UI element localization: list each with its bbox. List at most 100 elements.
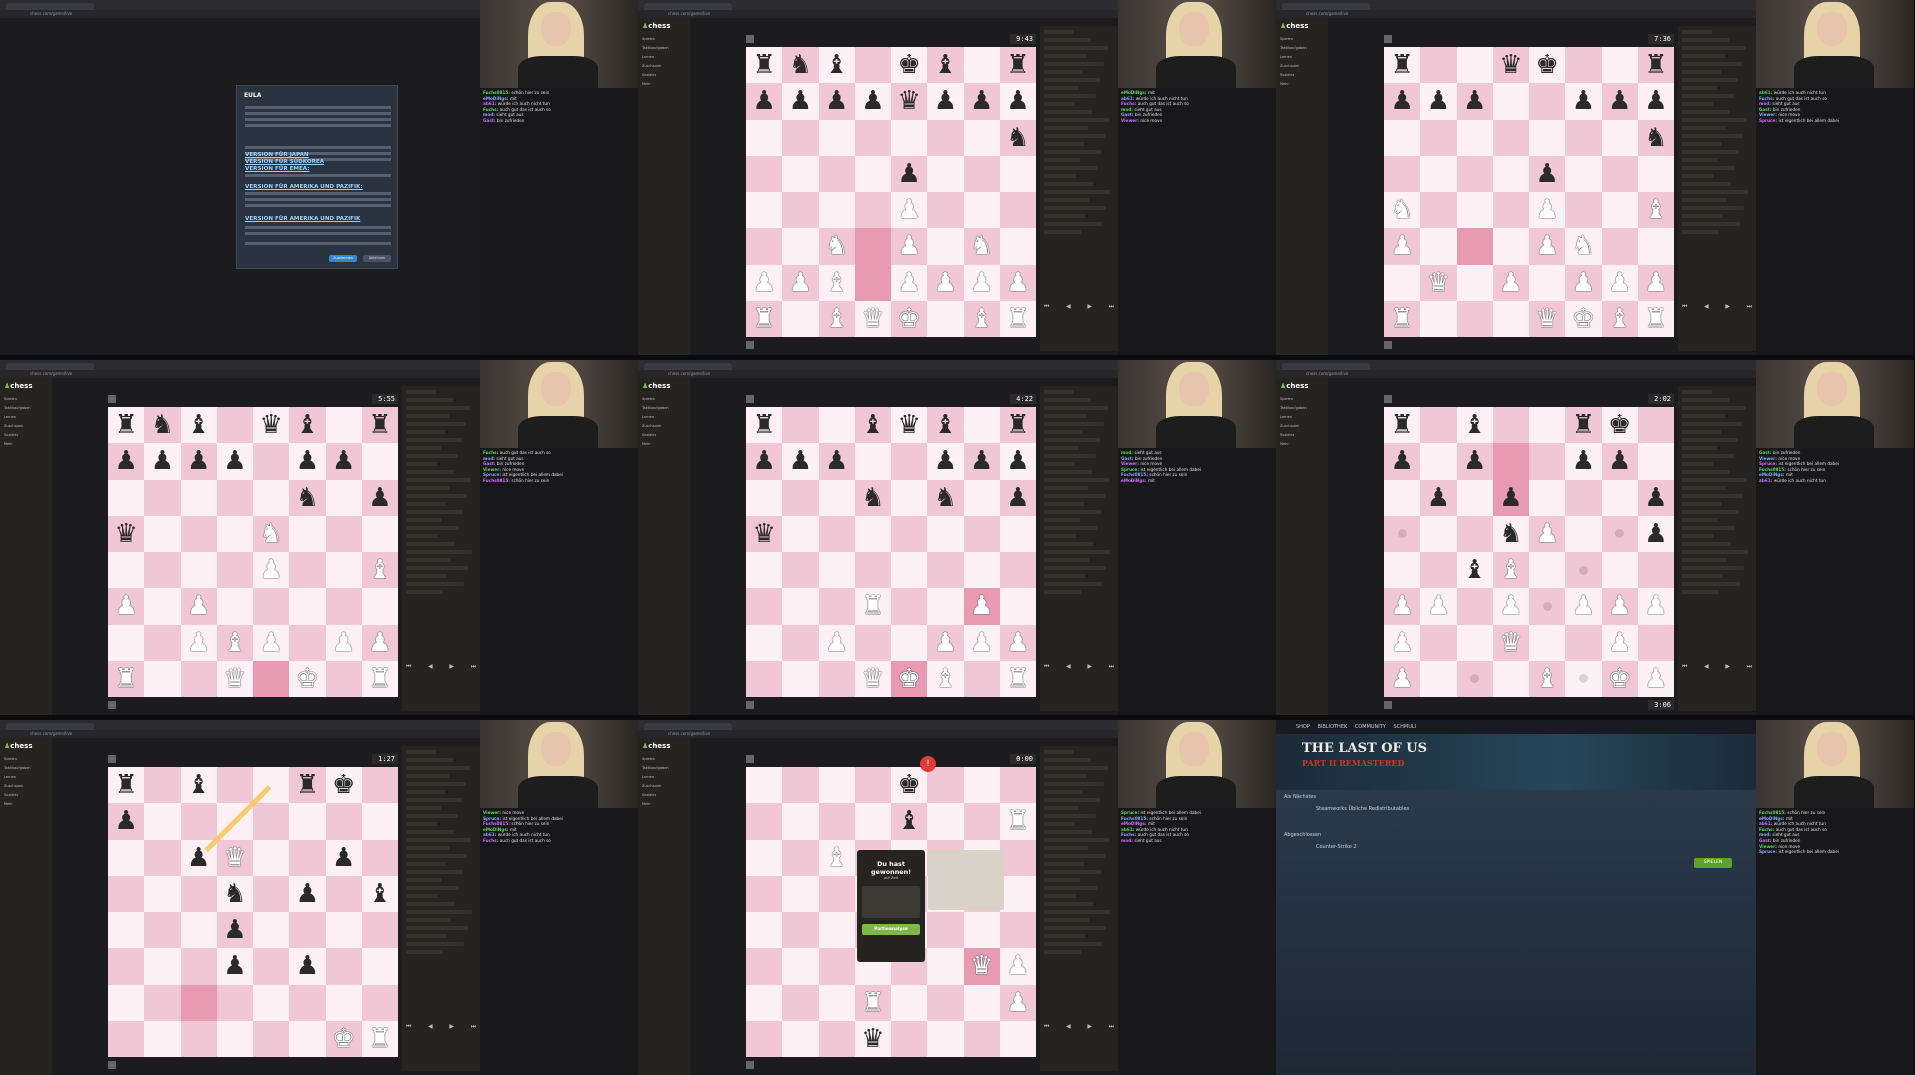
chat-username[interactable]: mod: [483, 456, 496, 461]
chat-username[interactable]: mod: [1121, 107, 1134, 112]
board-square[interactable] [108, 552, 145, 589]
address-bar[interactable]: chess.com/game/live [1276, 370, 1756, 378]
sidebar-item[interactable]: Mehr [4, 441, 44, 447]
chess-piece[interactable]: ♟ [1644, 666, 1667, 692]
board-square[interactable]: ♚ [891, 660, 928, 697]
chess-piece[interactable]: ♟ [861, 88, 884, 114]
board-square[interactable] [963, 407, 1000, 444]
chess-piece[interactable]: ♟ [1572, 448, 1595, 474]
chess-piece[interactable]: ♟ [1390, 630, 1413, 656]
board-square[interactable] [108, 1020, 145, 1057]
chat-username[interactable]: Fuchs0815: [483, 478, 511, 483]
board-square[interactable] [1420, 443, 1457, 480]
board-square[interactable] [180, 912, 217, 949]
chess-piece[interactable]: ♛ [861, 306, 884, 332]
chess-piece[interactable]: ♟ [187, 630, 210, 656]
chess-piece[interactable]: ♞ [1644, 125, 1667, 151]
board-square[interactable] [1637, 624, 1674, 661]
board-square[interactable] [180, 984, 217, 1021]
chess-logo[interactable]: ♟chess [1280, 382, 1309, 390]
board-square[interactable] [818, 875, 855, 912]
chess-piece[interactable]: ♞ [970, 233, 993, 259]
board-square[interactable] [782, 479, 819, 516]
sidebar-item[interactable]: Lernen [1280, 54, 1320, 60]
board-square[interactable]: ♟ [999, 264, 1036, 301]
board-square[interactable] [144, 660, 181, 697]
board-square[interactable] [1565, 515, 1602, 552]
board-square[interactable] [999, 228, 1036, 265]
board-square[interactable] [325, 552, 362, 589]
board-square[interactable] [180, 479, 217, 516]
board-square[interactable] [854, 767, 891, 804]
board-square[interactable] [854, 624, 891, 661]
nav-button[interactable]: ▶ [1725, 303, 1730, 311]
board-square[interactable] [854, 803, 891, 840]
board-square[interactable]: ♟ [963, 588, 1000, 625]
board-square[interactable] [289, 1020, 326, 1057]
chess-piece[interactable]: ♝ [1644, 197, 1667, 223]
chat-username[interactable]: eMoDiNgs: [1759, 816, 1786, 821]
chess-piece[interactable]: ♚ [1608, 666, 1631, 692]
board-square[interactable] [854, 192, 891, 229]
board-square[interactable]: ♟ [891, 192, 928, 229]
chat-username[interactable]: eMoDiNgs: [1121, 90, 1148, 95]
board-square[interactable]: ♟ [1529, 192, 1566, 229]
board-square[interactable]: ♟ [1601, 83, 1638, 120]
board-square[interactable] [1456, 119, 1493, 156]
board-square[interactable] [782, 875, 819, 912]
board-square[interactable]: ♟ [289, 875, 326, 912]
board-square[interactable] [1456, 515, 1493, 552]
address-bar[interactable]: chess.com/game/live [0, 730, 480, 738]
board-square[interactable] [746, 479, 783, 516]
chess-piece[interactable]: ♟ [1463, 448, 1486, 474]
decline-button[interactable]: Ablehnen [363, 255, 391, 262]
board-square[interactable]: ♟ [1637, 83, 1674, 120]
board-square[interactable] [782, 1020, 819, 1057]
board-square[interactable]: ♛ [253, 407, 290, 444]
chess-piece[interactable]: ♟ [934, 270, 957, 296]
chess-piece[interactable]: ♟ [1644, 270, 1667, 296]
board-square[interactable] [216, 767, 253, 804]
chat-username[interactable]: Fuchs0815: [1121, 472, 1149, 477]
board-square[interactable] [1529, 443, 1566, 480]
board-square[interactable]: ♟ [325, 624, 362, 661]
board-square[interactable]: ♟ [891, 228, 928, 265]
board-square[interactable]: ♝ [180, 767, 217, 804]
board-square[interactable] [927, 119, 964, 156]
chat-username[interactable]: eMoDiNgs: [483, 827, 510, 832]
chat-username[interactable]: Gast: [1121, 456, 1135, 461]
board-square[interactable]: ♟ [1637, 264, 1674, 301]
nav-button[interactable]: ⏮ [406, 663, 411, 671]
board-square[interactable]: ♚ [1601, 407, 1638, 444]
board-square[interactable] [746, 875, 783, 912]
chess-piece[interactable]: ♟ [187, 448, 210, 474]
board-square[interactable] [1529, 264, 1566, 301]
board-square[interactable] [1492, 300, 1529, 337]
board-square[interactable]: ♝ [361, 875, 398, 912]
nav-button[interactable]: ◀ [1066, 663, 1071, 671]
sidebar-item[interactable]: Zuschauen [642, 783, 682, 789]
chess-board[interactable]: ♜ ♛ ♚ ♜ ♟ ♟ ♟ ♟ ♟ ♟ ♞ ♟ ♞ ♟ ♝ ♟ ♟ ♞ ♛ ♟ ♟ ♟ ♟ ♜ ♛ ♚ ♝ ♜ [1384, 47, 1674, 337]
chess-board[interactable]: ♜ ♞ ♝ ♛ ♝ ♜ ♟ ♟ ♟ ♟ ♟ ♟ ♞ ♟ ♛ ♞ ♟ ♝ ♟ ♟ ♟ ♝ ♟ ♟ ♟ ♜ ♛ ♚ ♜ [108, 407, 398, 697]
chess-piece[interactable]: ♟ [1644, 593, 1667, 619]
chess-piece[interactable]: ♟ [114, 448, 137, 474]
board-square[interactable]: ♟ [180, 588, 217, 625]
chat-username[interactable]: Fuchs: [1759, 96, 1776, 101]
board-square[interactable]: ♛ [108, 515, 145, 552]
chess-piece[interactable]: ♜ [1644, 306, 1667, 332]
chat-username[interactable]: Spruce: [1759, 461, 1779, 466]
board-square[interactable]: ♞ [144, 407, 181, 444]
chess-piece[interactable]: ♟ [970, 630, 993, 656]
board-square[interactable] [927, 588, 964, 625]
board-square[interactable] [999, 1020, 1036, 1057]
board-square[interactable]: ♜ [1565, 407, 1602, 444]
board-square[interactable]: ♟ [108, 443, 145, 480]
board-square[interactable]: ♟ [108, 588, 145, 625]
chat-username[interactable]: Fuchs: [1759, 827, 1776, 832]
board-square[interactable] [999, 875, 1036, 912]
sidebar-item[interactable]: Taktikaufgaben [1280, 405, 1320, 411]
chess-piece[interactable]: ♛ [752, 521, 775, 547]
board-square[interactable] [746, 948, 783, 985]
chess-piece[interactable]: ♟ [1535, 197, 1558, 223]
board-square[interactable]: ♟ [216, 443, 253, 480]
